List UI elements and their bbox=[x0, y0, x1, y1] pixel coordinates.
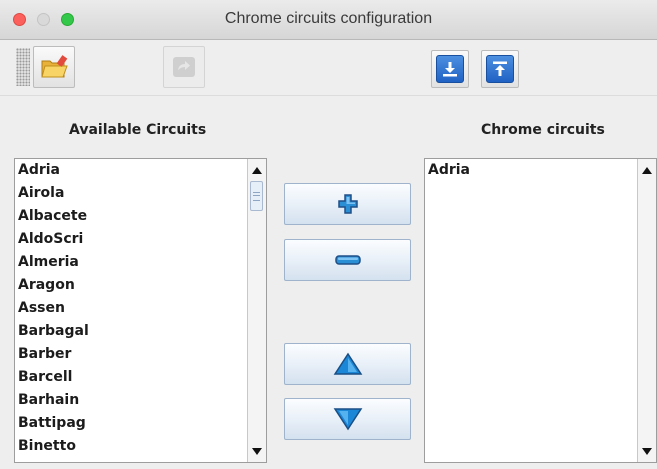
toolbar bbox=[0, 40, 657, 96]
list-item[interactable]: Battipag bbox=[15, 412, 246, 435]
window-title: Chrome circuits configuration bbox=[224, 10, 433, 27]
list-item[interactable]: Binetto bbox=[15, 435, 246, 458]
chrome-items: Adria bbox=[425, 159, 636, 462]
list-item[interactable]: Adria bbox=[15, 159, 246, 182]
chrome-scrollbar[interactable] bbox=[637, 159, 656, 462]
list-item[interactable]: Barbagal bbox=[15, 320, 246, 343]
scroll-down-arrow-icon[interactable] bbox=[248, 442, 266, 460]
toolbar-grip-handle[interactable] bbox=[16, 48, 30, 86]
scroll-down-arrow-icon[interactable] bbox=[638, 442, 656, 460]
list-item[interactable]: Airola bbox=[15, 182, 246, 205]
redo-icon bbox=[173, 57, 195, 77]
plus-icon bbox=[337, 194, 358, 214]
window-titlebar: Chrome circuits configuration bbox=[0, 0, 657, 40]
move-up-icon bbox=[333, 352, 362, 375]
export-button[interactable] bbox=[481, 50, 519, 88]
move-down-button[interactable] bbox=[284, 398, 411, 440]
available-scrollbar[interactable] bbox=[247, 159, 266, 462]
open-button[interactable] bbox=[33, 46, 75, 88]
available-items: Adria Airola Albacete AldoScri Almeria A… bbox=[15, 159, 246, 462]
open-folder-icon bbox=[41, 55, 68, 78]
scroll-up-arrow-icon[interactable] bbox=[638, 161, 656, 179]
chrome-circuits-list[interactable]: Adria bbox=[424, 158, 657, 463]
list-item[interactable]: Aragon bbox=[15, 274, 246, 297]
scroll-up-arrow-icon[interactable] bbox=[248, 161, 266, 179]
list-item[interactable]: Barhain bbox=[15, 389, 246, 412]
list-item[interactable]: AldoScri bbox=[15, 228, 246, 251]
import-button[interactable] bbox=[431, 50, 469, 88]
available-circuits-list[interactable]: Adria Airola Albacete AldoScri Almeria A… bbox=[14, 158, 267, 463]
available-circuits-heading: Available Circuits bbox=[69, 122, 207, 138]
list-item[interactable]: Albacete bbox=[15, 205, 246, 228]
list-item[interactable]: Barcell bbox=[15, 366, 246, 389]
list-item[interactable]: Barber bbox=[15, 343, 246, 366]
export-upload-icon bbox=[486, 55, 514, 83]
list-item[interactable]: Assen bbox=[15, 297, 246, 320]
add-circuit-button[interactable] bbox=[284, 183, 411, 225]
scroll-thumb[interactable] bbox=[250, 181, 263, 211]
redo-button[interactable] bbox=[163, 46, 205, 88]
list-item[interactable]: Almeria bbox=[15, 251, 246, 274]
chrome-circuits-heading: Chrome circuits bbox=[481, 122, 605, 138]
remove-circuit-button[interactable] bbox=[284, 239, 411, 281]
minus-icon bbox=[334, 255, 361, 265]
import-download-icon bbox=[436, 55, 464, 83]
move-down-icon bbox=[333, 408, 362, 431]
list-item[interactable]: Adria bbox=[425, 159, 636, 182]
move-up-button[interactable] bbox=[284, 343, 411, 385]
